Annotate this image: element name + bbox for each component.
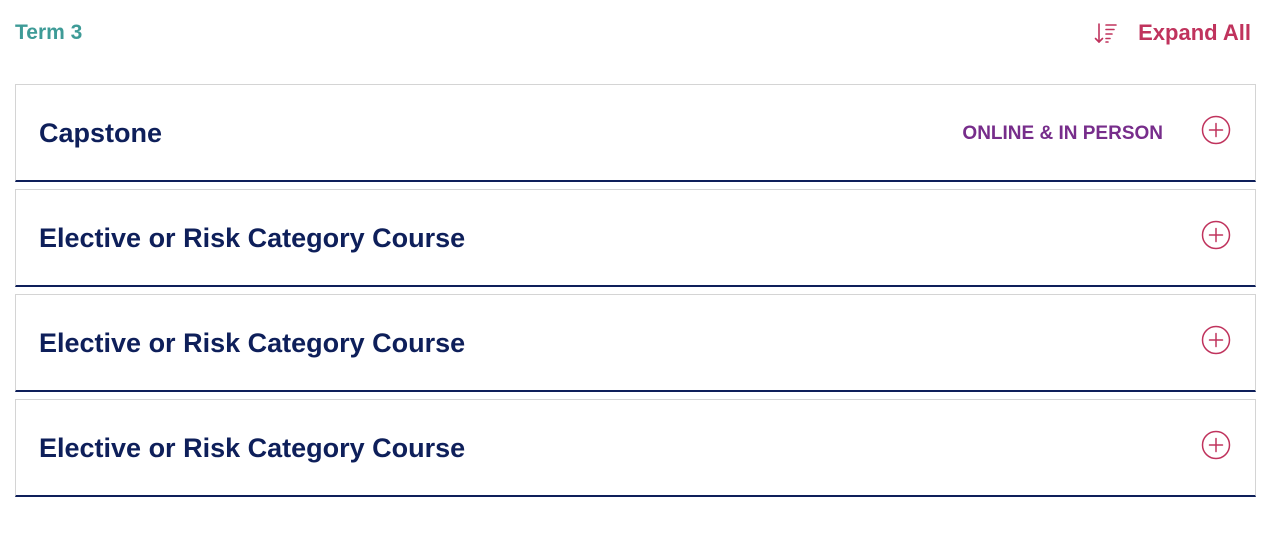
accordion-item-elective-3[interactable]: Elective or Risk Category Course	[15, 399, 1256, 497]
expand-all-button[interactable]: Expand All	[1094, 20, 1251, 46]
expand-all-label: Expand All	[1138, 20, 1251, 45]
sort-descending-icon	[1094, 21, 1118, 45]
term-title: Term 3	[15, 21, 83, 44]
accordion-item-capstone[interactable]: Capstone ONLINE & IN PERSON	[15, 84, 1256, 182]
plus-circle-icon[interactable]	[1201, 430, 1231, 460]
course-accordion: Capstone ONLINE & IN PERSON Elective or …	[15, 84, 1256, 504]
plus-circle-icon[interactable]	[1201, 220, 1231, 250]
course-title: Elective or Risk Category Course	[39, 223, 466, 253]
plus-circle-icon[interactable]	[1201, 325, 1231, 355]
accordion-item-elective-1[interactable]: Elective or Risk Category Course	[15, 189, 1256, 287]
accordion-item-elective-2[interactable]: Elective or Risk Category Course	[15, 294, 1256, 392]
course-title: Elective or Risk Category Course	[39, 328, 466, 358]
course-title: Capstone	[39, 118, 163, 148]
plus-circle-icon[interactable]	[1201, 115, 1231, 145]
term-header: Term 3 Expand All	[15, 16, 1251, 50]
delivery-badge: ONLINE & IN PERSON	[962, 122, 1163, 144]
course-title: Elective or Risk Category Course	[39, 433, 466, 463]
